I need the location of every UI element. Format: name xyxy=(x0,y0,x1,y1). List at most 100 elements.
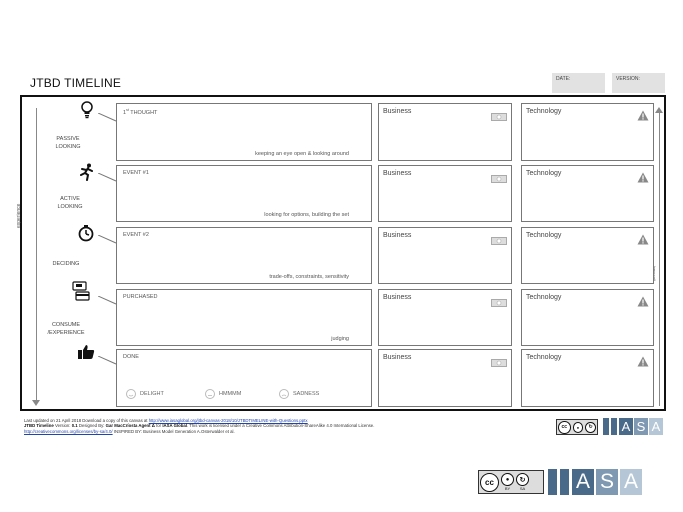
callout-tail-3 xyxy=(98,235,117,244)
experience-axis-arrow xyxy=(32,400,40,406)
warning-icon xyxy=(637,170,649,188)
neutral-face-icon xyxy=(205,389,215,399)
business-label: Business xyxy=(383,294,412,301)
card-caption: trade-offs, constraints, sensitivity xyxy=(269,274,349,280)
version-field[interactable]: VERSION: xyxy=(612,73,665,93)
iasa-bar xyxy=(611,418,617,435)
technology-box-4[interactable]: Technology xyxy=(521,289,654,346)
sad-face-icon xyxy=(279,389,289,399)
card-caption: keeping an eye open & looking around xyxy=(255,151,349,157)
cc-by-icon: ● xyxy=(501,473,514,486)
card-title: EVENT #2 xyxy=(123,232,149,238)
stopwatch-icon xyxy=(77,224,95,242)
experience-axis-label: experience xyxy=(16,203,22,228)
stage-label-line: DECIDING xyxy=(52,261,80,267)
card-title-text: THOUGHT xyxy=(128,109,158,116)
business-box-2[interactable]: Business xyxy=(378,165,512,222)
money-icon xyxy=(491,354,507,372)
callout-tail-2 xyxy=(98,173,117,182)
emotion-sadness[interactable]: SADNESS xyxy=(279,389,319,399)
stage-label-line: LOOKING xyxy=(55,144,81,150)
emotion-label: DELIGHT xyxy=(140,391,164,397)
timeline-card-thought[interactable]: 1st THOUGHT keeping an eye open & lookin… xyxy=(116,103,372,161)
card-caption: looking for options, building the set xyxy=(264,212,349,218)
technology-label: Technology xyxy=(526,108,562,115)
download-link[interactable]: http://www.iasaglobal.org/jtbd-canvas-20… xyxy=(149,418,308,423)
thumbs-up-icon xyxy=(77,343,95,361)
iasa-bar xyxy=(603,418,609,435)
stage-label-line: /EXPERIENCE xyxy=(47,330,85,336)
emotion-label: HMMMM xyxy=(219,391,242,397)
running-person-icon xyxy=(78,163,96,181)
timeline-card-purchased[interactable]: PURCHASED judging xyxy=(116,289,372,346)
callout-tail-4 xyxy=(98,296,117,305)
cc-license-badge[interactable]: cc ● ↻ xyxy=(556,419,598,435)
callout-tail-1 xyxy=(98,113,117,122)
money-icon xyxy=(491,294,507,312)
technology-label: Technology xyxy=(526,354,562,361)
technology-label: Technology xyxy=(526,294,562,301)
warning-icon xyxy=(637,108,649,126)
iasa-logo-large: A S A xyxy=(548,469,642,495)
business-box-1[interactable]: Business xyxy=(378,103,512,161)
date-label: DATE: xyxy=(556,76,571,82)
business-box-4[interactable]: Business xyxy=(378,289,512,346)
page-title: JTBD TIMELINE xyxy=(30,76,122,90)
iasa-letter: A xyxy=(620,469,642,495)
license-link[interactable]: http://creativecommons.org/licenses/by-s… xyxy=(24,429,113,434)
impact-axis xyxy=(659,112,660,406)
iasa-letter: S xyxy=(634,418,648,435)
warning-icon xyxy=(637,294,649,312)
cc-by-group: ● BY xyxy=(501,473,514,491)
iasa-letter: A xyxy=(619,418,633,435)
business-label: Business xyxy=(383,108,412,115)
footer-canvas-name: JTBD Timeline xyxy=(24,423,54,429)
cc-by-label: BY xyxy=(504,486,511,491)
card-title: PURCHASED xyxy=(123,294,158,300)
business-box-5[interactable]: Business xyxy=(378,349,512,407)
date-field[interactable]: DATE: xyxy=(552,73,605,93)
timeline-card-event-2[interactable]: EVENT #2 trade-offs, constraints, sensit… xyxy=(116,227,372,284)
technology-box-5[interactable]: Technology xyxy=(521,349,654,407)
footer-text: . This work is licensed under a Creative… xyxy=(186,423,375,429)
footer-text: Designed By: xyxy=(77,423,106,429)
business-label: Business xyxy=(383,170,412,177)
money-icon xyxy=(491,170,507,188)
experience-axis xyxy=(36,108,37,404)
stage-label-line: CONSUME xyxy=(51,322,81,328)
stage-label-line: PASSIVE xyxy=(56,136,80,142)
stage-label-consume: CONSUME /EXPERIENCE xyxy=(36,321,96,337)
technology-box-2[interactable]: Technology xyxy=(521,165,654,222)
business-box-3[interactable]: Business xyxy=(378,227,512,284)
cc-sa-icon: ↻ xyxy=(585,421,596,433)
technology-box-1[interactable]: Technology xyxy=(521,103,654,161)
stage-label-line: LOOKING xyxy=(57,204,83,210)
stage-label-passive: PASSIVE LOOKING xyxy=(38,135,98,151)
stage-label-line: ACTIVE xyxy=(60,196,80,202)
cc-logo-icon: cc xyxy=(480,472,499,492)
emotion-label: SADNESS xyxy=(293,391,320,397)
card-title: 1st THOUGHT xyxy=(123,108,157,116)
footer-text: Version: xyxy=(53,423,72,429)
footer-credits: Last updated on 21 April 2018 Download a… xyxy=(24,418,544,434)
timeline-card-event-1[interactable]: EVENT #1 looking for options, building t… xyxy=(116,165,372,222)
cc-sa-group: ↻ SA xyxy=(516,473,529,491)
cc-license-badge-large[interactable]: cc ● BY ↻ SA xyxy=(478,470,544,494)
iasa-letter: A xyxy=(572,469,594,495)
emotion-delight[interactable]: DELIGHT xyxy=(126,389,164,399)
footer-designer: Gar MacCríosta Agent Δ xyxy=(105,423,155,429)
business-label: Business xyxy=(383,232,412,239)
money-icon xyxy=(491,108,507,126)
cc-sa-label: SA xyxy=(519,486,526,491)
callout-tail-5 xyxy=(98,356,117,365)
technology-box-3[interactable]: Technology xyxy=(521,227,654,284)
iasa-letter: A xyxy=(649,418,663,435)
technology-label: Technology xyxy=(526,232,562,239)
card-title: EVENT #1 xyxy=(123,170,149,176)
footer-text: INSPIRED BY: Business Model Generation A… xyxy=(112,428,235,434)
emotion-hmmmm[interactable]: HMMMM xyxy=(205,389,241,399)
iasa-letter: S xyxy=(596,469,618,495)
impact-axis-arrow xyxy=(655,107,663,113)
footer-text: Last updated on 21 April 2018 Download a… xyxy=(24,418,149,423)
lightbulb-icon xyxy=(78,101,96,119)
